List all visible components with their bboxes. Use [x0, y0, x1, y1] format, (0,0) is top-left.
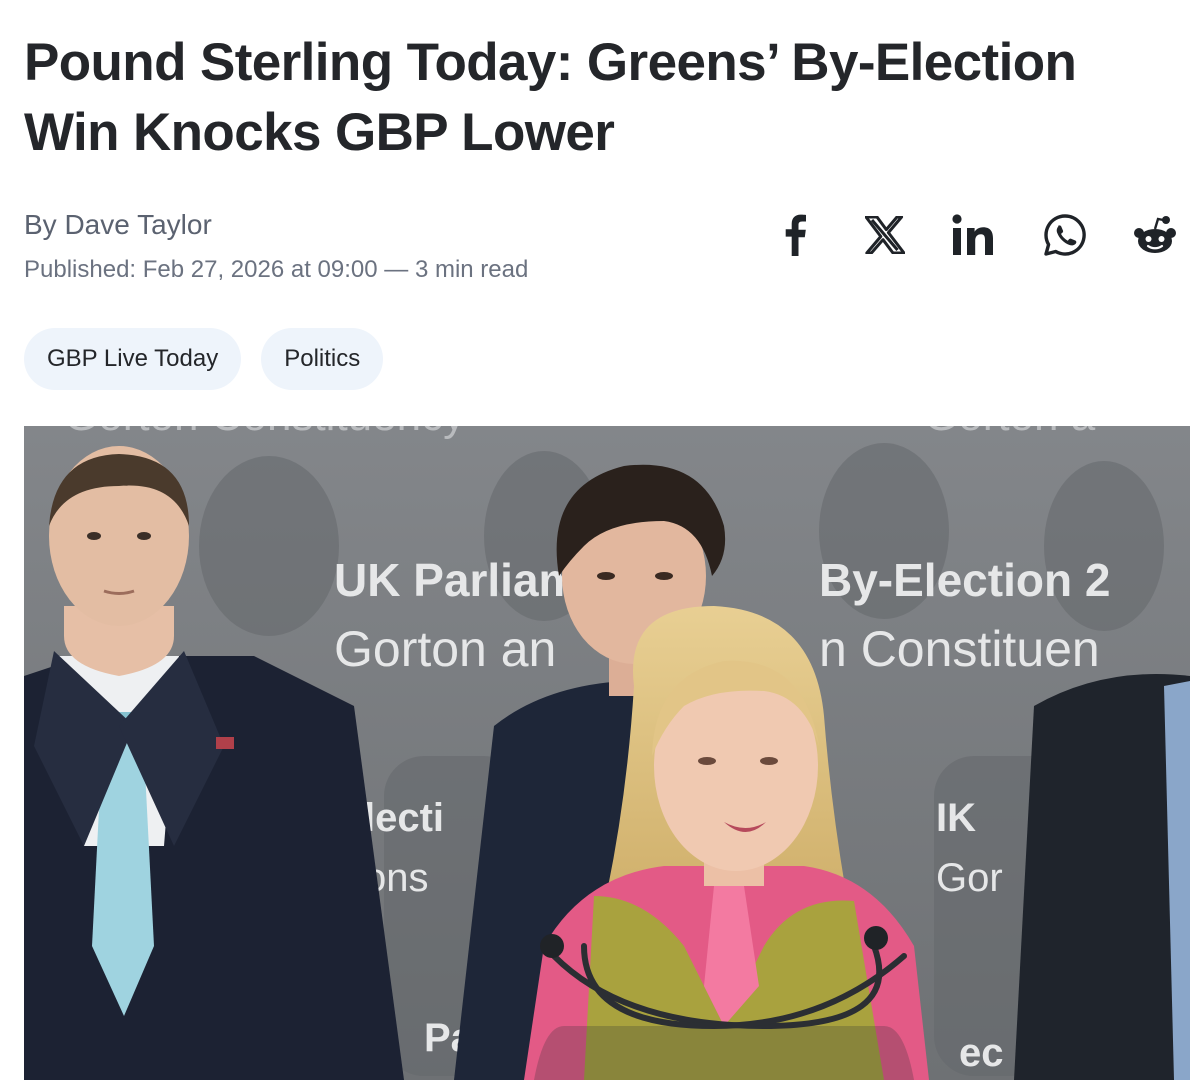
backdrop-text-line2b: n Constituen [819, 621, 1100, 677]
reddit-share-button[interactable] [1130, 210, 1180, 260]
author-byline[interactable]: By Dave Taylor [24, 206, 212, 244]
backdrop-text-line2: Gorton an [334, 621, 556, 677]
backdrop-text-lower-right-2: Gor [936, 856, 1003, 900]
facebook-icon [785, 214, 806, 256]
article: Pound Sterling Today: Greens’ By-Electio… [0, 0, 1204, 1080]
backdrop-text-line1: UK Parliam [334, 554, 579, 606]
share-bar [770, 210, 1180, 260]
facebook-share-button[interactable] [770, 210, 820, 260]
backdrop-text-top-left: Gorton Constituency [64, 426, 465, 440]
tag-politics[interactable]: Politics [261, 328, 384, 390]
article-headline: Pound Sterling Today: Greens’ By-Electio… [24, 33, 1077, 162]
published-date: Published: Feb 27, 2026 at 09:00 — 3 min… [24, 256, 529, 283]
hero-photo-illustration: Gorton Constituency Gorton a UK Parliam … [24, 426, 1190, 1080]
tag-gbp-live-today[interactable]: GBP Live Today [24, 328, 242, 390]
whatsapp-icon [1044, 214, 1086, 256]
backdrop-text-lower-right: IK [936, 796, 976, 840]
x-share-button[interactable] [860, 210, 910, 260]
linkedin-share-button[interactable] [950, 210, 1000, 260]
backdrop-text-top-right: Gorton a [924, 426, 1096, 440]
hero-image: Gorton Constituency Gorton a UK Parliam … [24, 426, 1190, 1080]
backdrop-text-lower-left: lecti [364, 796, 444, 840]
reddit-icon [1134, 216, 1176, 253]
tag-list: GBP Live Today Politics [24, 328, 384, 390]
backdrop-text-line1b: By-Election 2 [819, 554, 1110, 606]
backdrop-text-bottom-right: ec [959, 1031, 1004, 1075]
linkedin-icon [952, 214, 993, 255]
x-icon [865, 216, 905, 254]
whatsapp-share-button[interactable] [1040, 210, 1090, 260]
